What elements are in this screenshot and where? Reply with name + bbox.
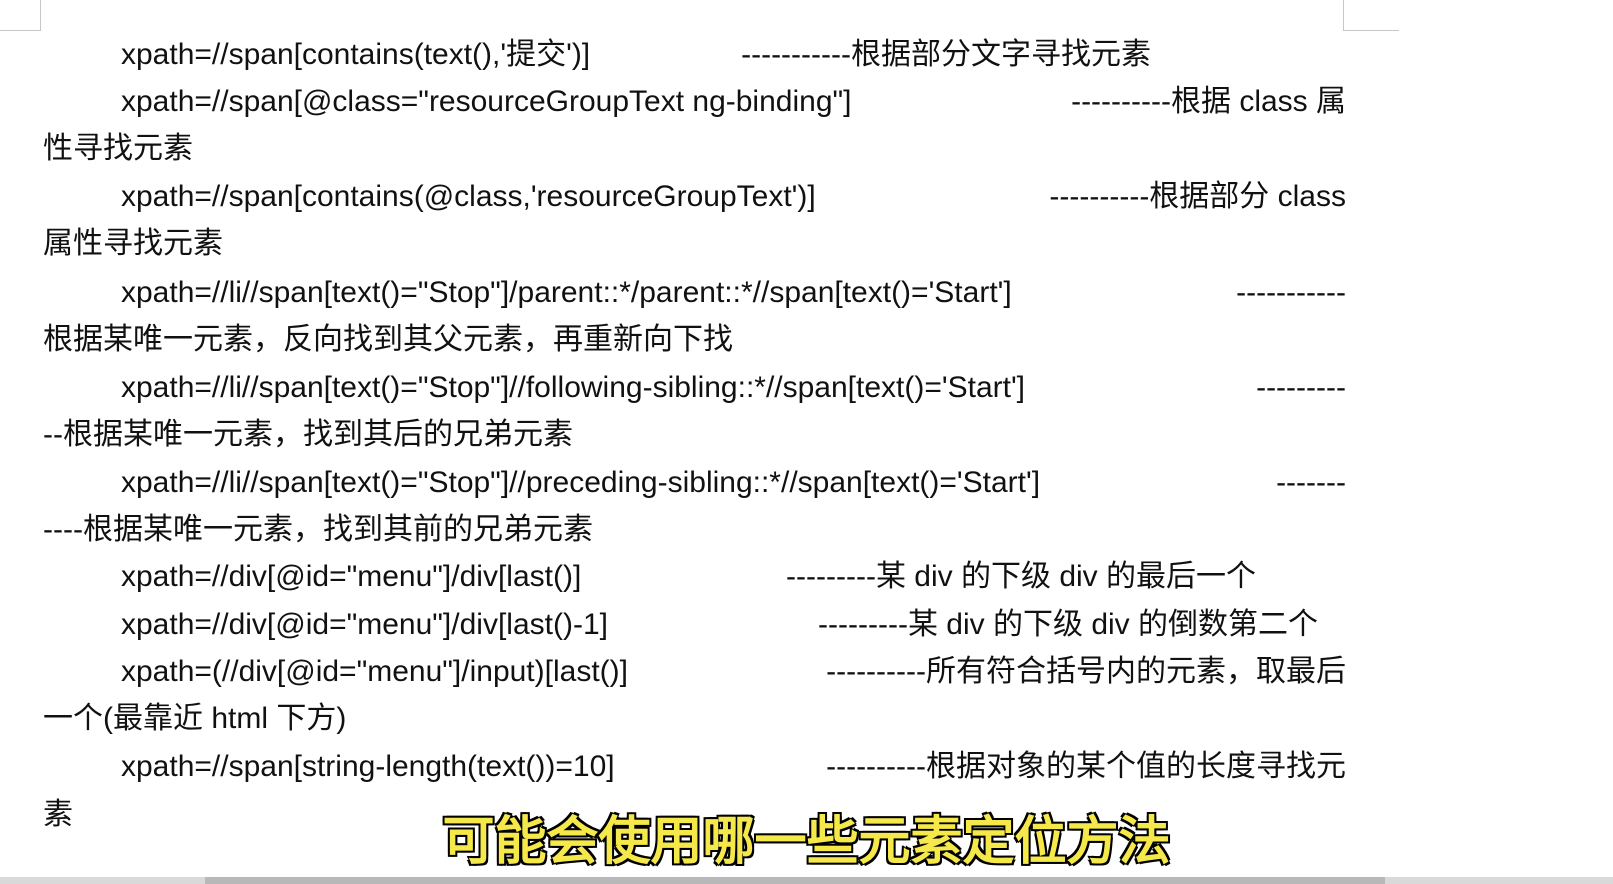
xpath-line-4: xpath=//li//span[text()="Stop"]/parent::… xyxy=(0,269,1346,316)
document-page: xpath=//span[contains(text(),'提交')] ----… xyxy=(0,0,1400,884)
xpath-description-wrap: --根据某唯一元素，找到其后的兄弟元素 xyxy=(43,418,573,451)
xpath-description: ----------根据部分 class xyxy=(1049,180,1346,213)
xpath-code: xpath=//div[@id="menu"]/div[last()] xyxy=(121,560,582,593)
xpath-description: ----------根据对象的某个值的长度寻找元 xyxy=(826,750,1346,783)
xpath-code: xpath=//span[@class="resourceGroupText n… xyxy=(121,85,852,118)
xpath-line-4-wrap: 根据某唯一元素，反向找到其父元素，再重新向下找 xyxy=(0,316,1346,363)
xpath-line-10: xpath=//span[string-length(text())=10] -… xyxy=(0,743,1346,790)
xpath-line-6-wrap: ----根据某唯一元素，找到其前的兄弟元素 xyxy=(0,506,1346,553)
xpath-code: xpath=//span[contains(@class,'resourceGr… xyxy=(121,180,816,213)
document-margin-area xyxy=(1400,0,1613,884)
xpath-description: ----------所有符合括号内的元素，取最后 xyxy=(826,655,1346,688)
screen: xpath=//span[contains(text(),'提交')] ----… xyxy=(0,0,1613,884)
xpath-code: xpath=//div[@id="menu"]/div[last()-1] xyxy=(121,608,608,641)
xpath-line-7: xpath=//div[@id="menu"]/div[last()] ----… xyxy=(0,553,1346,600)
xpath-line-1: xpath=//span[contains(text(),'提交')] ----… xyxy=(0,31,1346,78)
xpath-line-9-wrap: 一个(最靠近 html 下方) xyxy=(0,695,1346,742)
xpath-description: ----------根据 class 属 xyxy=(1071,85,1346,118)
xpath-code: xpath=//span[string-length(text())=10] xyxy=(121,750,615,783)
xpath-description-wrap: 属性寻找元素 xyxy=(43,227,223,260)
xpath-description-wrap: 一个(最靠近 html 下方) xyxy=(43,702,347,735)
xpath-line-9: xpath=(//div[@id="menu"]/input)[last()] … xyxy=(0,648,1346,695)
xpath-line-5-wrap: --根据某唯一元素，找到其后的兄弟元素 xyxy=(0,411,1346,458)
xpath-description-wrap: 根据某唯一元素，反向找到其父元素，再重新向下找 xyxy=(43,323,733,356)
horizontal-scrollbar-thumb[interactable] xyxy=(205,877,1385,884)
xpath-code: xpath=(//div[@id="menu"]/input)[last()] xyxy=(121,655,628,688)
page-corner-mark-right xyxy=(1343,0,1399,31)
xpath-description: ------- xyxy=(1276,466,1346,499)
xpath-line-2: xpath=//span[@class="resourceGroupText n… xyxy=(0,78,1346,125)
xpath-line-5: xpath=//li//span[text()="Stop"]//followi… xyxy=(0,364,1346,411)
xpath-line-6: xpath=//li//span[text()="Stop"]//precedi… xyxy=(0,459,1346,506)
xpath-description-wrap: 性寻找元素 xyxy=(43,132,193,165)
xpath-line-3: xpath=//span[contains(@class,'resourceGr… xyxy=(0,173,1346,220)
xpath-line-2-wrap: 性寻找元素 xyxy=(0,125,1346,172)
video-subtitle: 可能会使用哪一些元素定位方法 xyxy=(441,811,1171,873)
xpath-description: ---------某 div 的下级 div 的倒数第二个 xyxy=(818,608,1318,641)
page-corner-mark-left xyxy=(0,0,41,31)
xpath-line-8: xpath=//div[@id="menu"]/div[last()-1] --… xyxy=(0,601,1346,648)
xpath-code: xpath=//span[contains(text(),'提交')] xyxy=(121,38,591,71)
xpath-description-wrap: ----根据某唯一元素，找到其前的兄弟元素 xyxy=(43,513,593,546)
xpath-line-3-wrap: 属性寻找元素 xyxy=(0,220,1346,267)
xpath-description: -----------根据部分文字寻找元素 xyxy=(741,38,1151,71)
xpath-description: ---------某 div 的下级 div 的最后一个 xyxy=(786,560,1256,593)
xpath-code: xpath=//li//span[text()="Stop"]/parent::… xyxy=(121,276,1012,309)
xpath-description: ----------- xyxy=(1236,276,1346,309)
xpath-code: xpath=//li//span[text()="Stop"]//followi… xyxy=(121,371,1026,404)
xpath-code: xpath=//li//span[text()="Stop"]//precedi… xyxy=(121,466,1041,499)
xpath-description: --------- xyxy=(1256,371,1346,404)
